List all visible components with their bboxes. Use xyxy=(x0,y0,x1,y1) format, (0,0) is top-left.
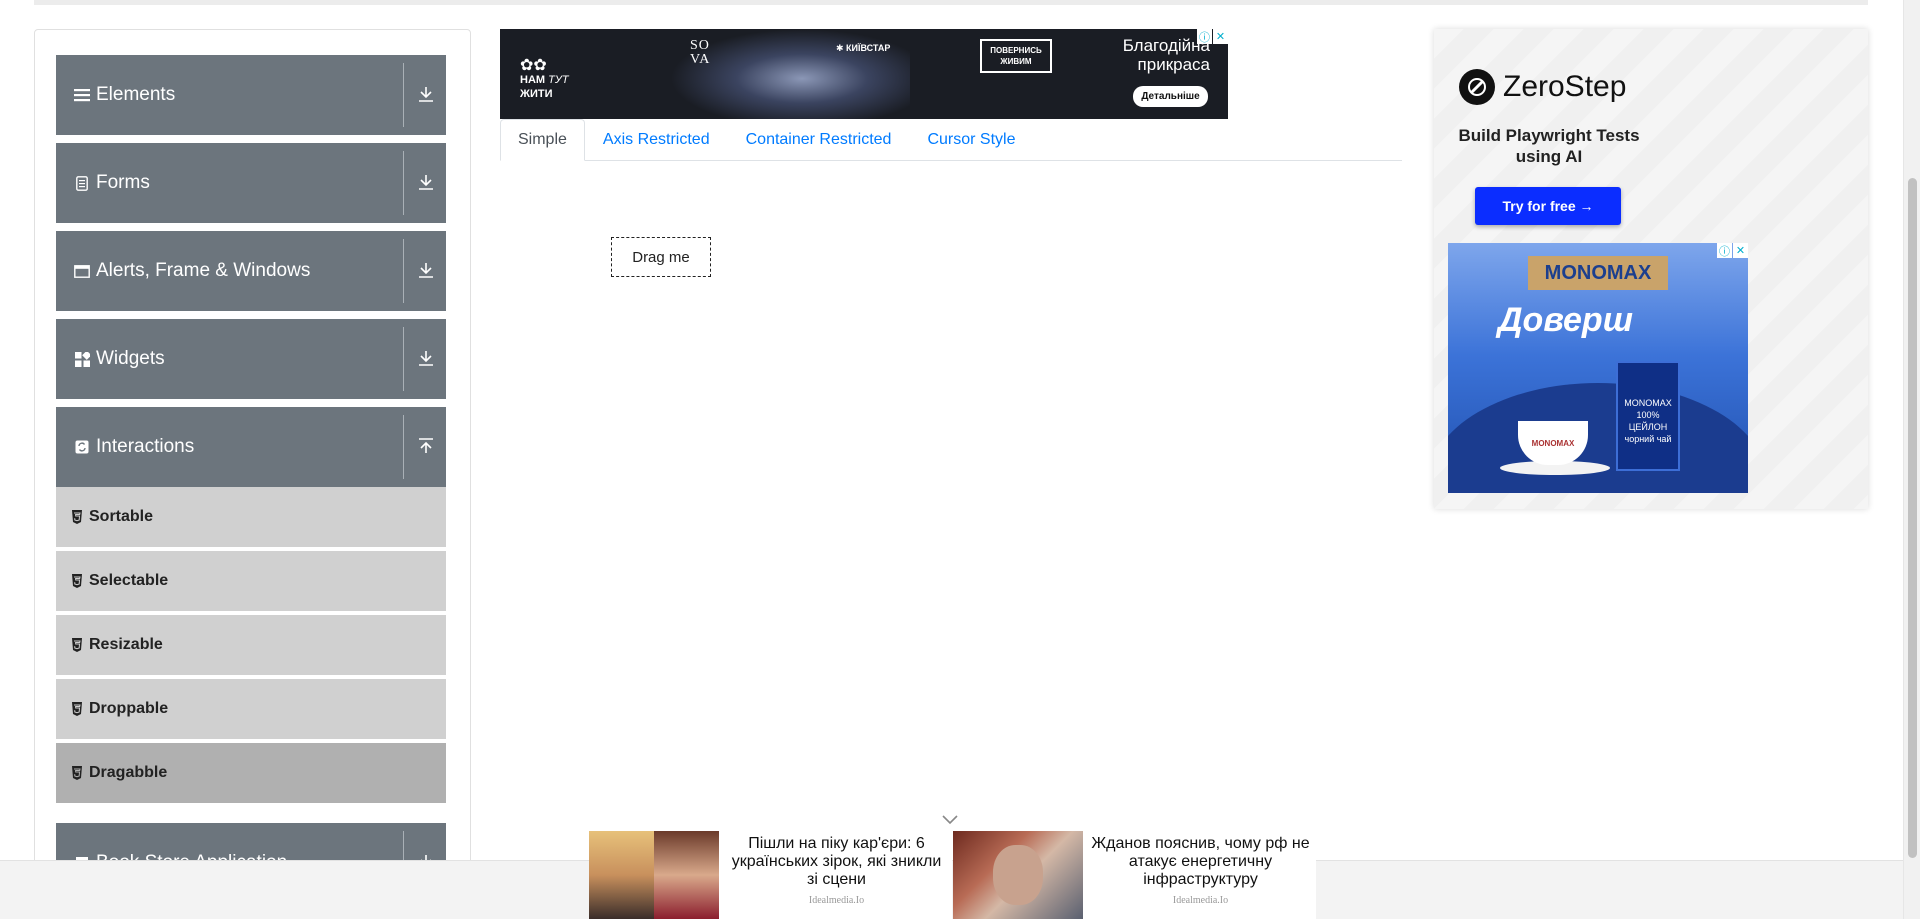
ad-kyivstar-logo: ✱ КИЇВСТАР xyxy=(836,43,891,53)
top-strip xyxy=(34,0,1868,5)
draggable-tabs: Simple Axis Restricted Container Restric… xyxy=(500,119,1402,161)
chevron-down-icon xyxy=(419,263,433,278)
group-title: Alerts, Frame & Windows xyxy=(96,260,311,281)
ad-box-logo: ПОВЕРНИСЬ ЖИВИМ xyxy=(980,39,1052,73)
menu-item-label: Sortable xyxy=(89,508,154,525)
news-headline: Жданов пояснив, чому рф не атакує енерге… xyxy=(1091,835,1310,888)
group-forms[interactable]: Forms xyxy=(56,143,446,223)
ad-left-logo-script: ТУТ xyxy=(548,74,569,86)
window-icon xyxy=(74,263,90,279)
group-title: Interactions xyxy=(96,436,195,457)
top-banner-ad[interactable]: ✿✿ НАМ ТУТ ЖИТИ SO VA ✱ КИЇВСТАР ПОВЕРНИ… xyxy=(500,29,1228,119)
thumbnail-photo-left xyxy=(589,831,654,919)
widgets-icon xyxy=(74,351,90,367)
news-card[interactable]: Жданов пояснив, чому рф не атакує енерге… xyxy=(953,831,1316,919)
divider xyxy=(403,239,404,303)
divider xyxy=(403,151,404,215)
monomax-brand: MONOMAX xyxy=(1528,256,1668,290)
chevron-down-icon xyxy=(419,351,433,366)
group-title: Elements xyxy=(96,84,176,105)
ad-close-icon[interactable]: ✕ xyxy=(1213,29,1228,44)
chevron-up-icon xyxy=(419,438,433,453)
thumbnail-photo-right xyxy=(654,831,719,919)
ad-left-logo-line1: НАМ xyxy=(520,74,546,86)
news-headline: Пішли на піку кар'єри: 6 українських зір… xyxy=(731,835,942,888)
html5-icon xyxy=(72,766,82,780)
news-text: Пішли на піку кар'єри: 6 українських зір… xyxy=(719,831,952,919)
ad-kyivstar-text: КИЇВСТАР xyxy=(846,43,891,53)
menu-item-droppable[interactable]: Droppable xyxy=(56,679,446,741)
ad-info-icon[interactable]: ⓘ xyxy=(1717,243,1732,258)
menu-item-label: Selectable xyxy=(89,572,169,589)
ad-info-icon[interactable]: ⓘ xyxy=(1197,29,1212,44)
html5-icon xyxy=(72,638,82,652)
news-text: Жданов пояснив, чому рф не атакує енерге… xyxy=(1083,831,1316,919)
menu-item-label: Dragabble xyxy=(89,764,168,781)
group-elements[interactable]: Elements xyxy=(56,55,446,135)
menu-item-label: Droppable xyxy=(89,700,169,717)
list-icon xyxy=(74,87,90,103)
scrollbar-thumb[interactable] xyxy=(1908,178,1917,858)
divider xyxy=(403,415,404,479)
group-title: Widgets xyxy=(96,348,165,369)
form-icon xyxy=(74,175,90,191)
news-thumbnail xyxy=(953,831,1083,919)
menu-item-sortable[interactable]: Sortable xyxy=(56,487,446,549)
group-widgets[interactable]: Widgets xyxy=(56,319,446,399)
menu-item-resizable[interactable]: Resizable xyxy=(56,615,446,677)
zerostep-logo-icon xyxy=(1459,69,1495,105)
ad-sova-line2: VA xyxy=(690,52,711,67)
html5-icon xyxy=(72,702,82,716)
news-thumbnail xyxy=(589,831,719,919)
chevron-down-icon[interactable] xyxy=(940,812,960,826)
interactions-icon xyxy=(74,439,90,455)
ad-details-button[interactable]: Детальніше xyxy=(1133,86,1208,107)
html5-icon xyxy=(72,510,82,524)
menu-item-label: Resizable xyxy=(89,636,163,653)
group-title: Forms xyxy=(96,172,150,193)
tab-simple[interactable]: Simple xyxy=(500,119,585,161)
thumbnail-face xyxy=(993,845,1043,905)
ad-close-icon[interactable]: ✕ xyxy=(1733,243,1748,258)
news-source: Idealmedia.Io xyxy=(808,895,865,906)
divider xyxy=(403,327,404,391)
ad-box-line2: ЖИВИМ xyxy=(1000,57,1032,66)
menu-item-selectable[interactable]: Selectable xyxy=(56,551,446,613)
menu-item-dragabble[interactable]: Dragabble xyxy=(56,743,446,805)
ad-flower-icon: ✿✿ xyxy=(520,57,547,74)
ad-sova-logo: SO VA xyxy=(690,39,710,67)
tab-axis-restricted[interactable]: Axis Restricted xyxy=(585,119,728,161)
ad-left-logo: ✿✿ НАМ ТУТ ЖИТИ xyxy=(520,57,569,101)
news-card[interactable]: Пішли на піку кар'єри: 6 українських зір… xyxy=(589,831,952,919)
pack-percent: 100% xyxy=(1636,410,1660,420)
ad-left-logo-line2: ЖИТИ xyxy=(520,88,553,100)
group-interactions[interactable]: Interactions xyxy=(56,407,446,487)
divider xyxy=(403,63,404,127)
pack-type: чорний чай xyxy=(1624,434,1672,444)
try-for-free-button[interactable]: Try for free → xyxy=(1475,187,1621,225)
group-alerts-frame-windows[interactable]: Alerts, Frame & Windows xyxy=(56,231,446,311)
html5-icon xyxy=(72,574,82,588)
monomax-ad[interactable]: MONOMAX Доверш MONOMAX 100% ЦЕЙЛОН чорни… xyxy=(1448,243,1748,493)
sidebar: Elements Forms Alerts, Frame & Windows W… xyxy=(34,29,471,919)
tab-container-restricted[interactable]: Container Restricted xyxy=(728,119,910,161)
zerostep-subtitle: Build Playwright Tests using AI xyxy=(1458,126,1640,166)
pack-brand: MONOMAX xyxy=(1624,398,1672,408)
monomax-tea-pack: MONOMAX 100% ЦЕЙЛОН чорний чай xyxy=(1616,361,1680,471)
zerostep-name: ZeroStep xyxy=(1503,70,1627,103)
ad-headline-line2: прикраса xyxy=(1137,55,1210,74)
ad-box-line1: ПОВЕРНИСЬ xyxy=(990,46,1042,55)
chevron-down-icon xyxy=(419,87,433,102)
right-ad[interactable]: ZeroStep Build Playwright Tests using AI… xyxy=(1434,29,1868,509)
news-source: Idealmedia.Io xyxy=(1172,895,1229,906)
vertical-scrollbar[interactable] xyxy=(1903,0,1920,919)
chevron-down-icon xyxy=(419,175,433,190)
zerostep-logo: ZeroStep xyxy=(1459,69,1626,105)
drag-me-box[interactable]: Drag me xyxy=(611,237,711,277)
tab-cursor-style[interactable]: Cursor Style xyxy=(909,119,1033,161)
pack-ceylon: ЦЕЙЛОН xyxy=(1628,422,1668,432)
ad-sova-line1: SO xyxy=(690,38,710,53)
monomax-slogan: Доверш xyxy=(1498,301,1633,339)
